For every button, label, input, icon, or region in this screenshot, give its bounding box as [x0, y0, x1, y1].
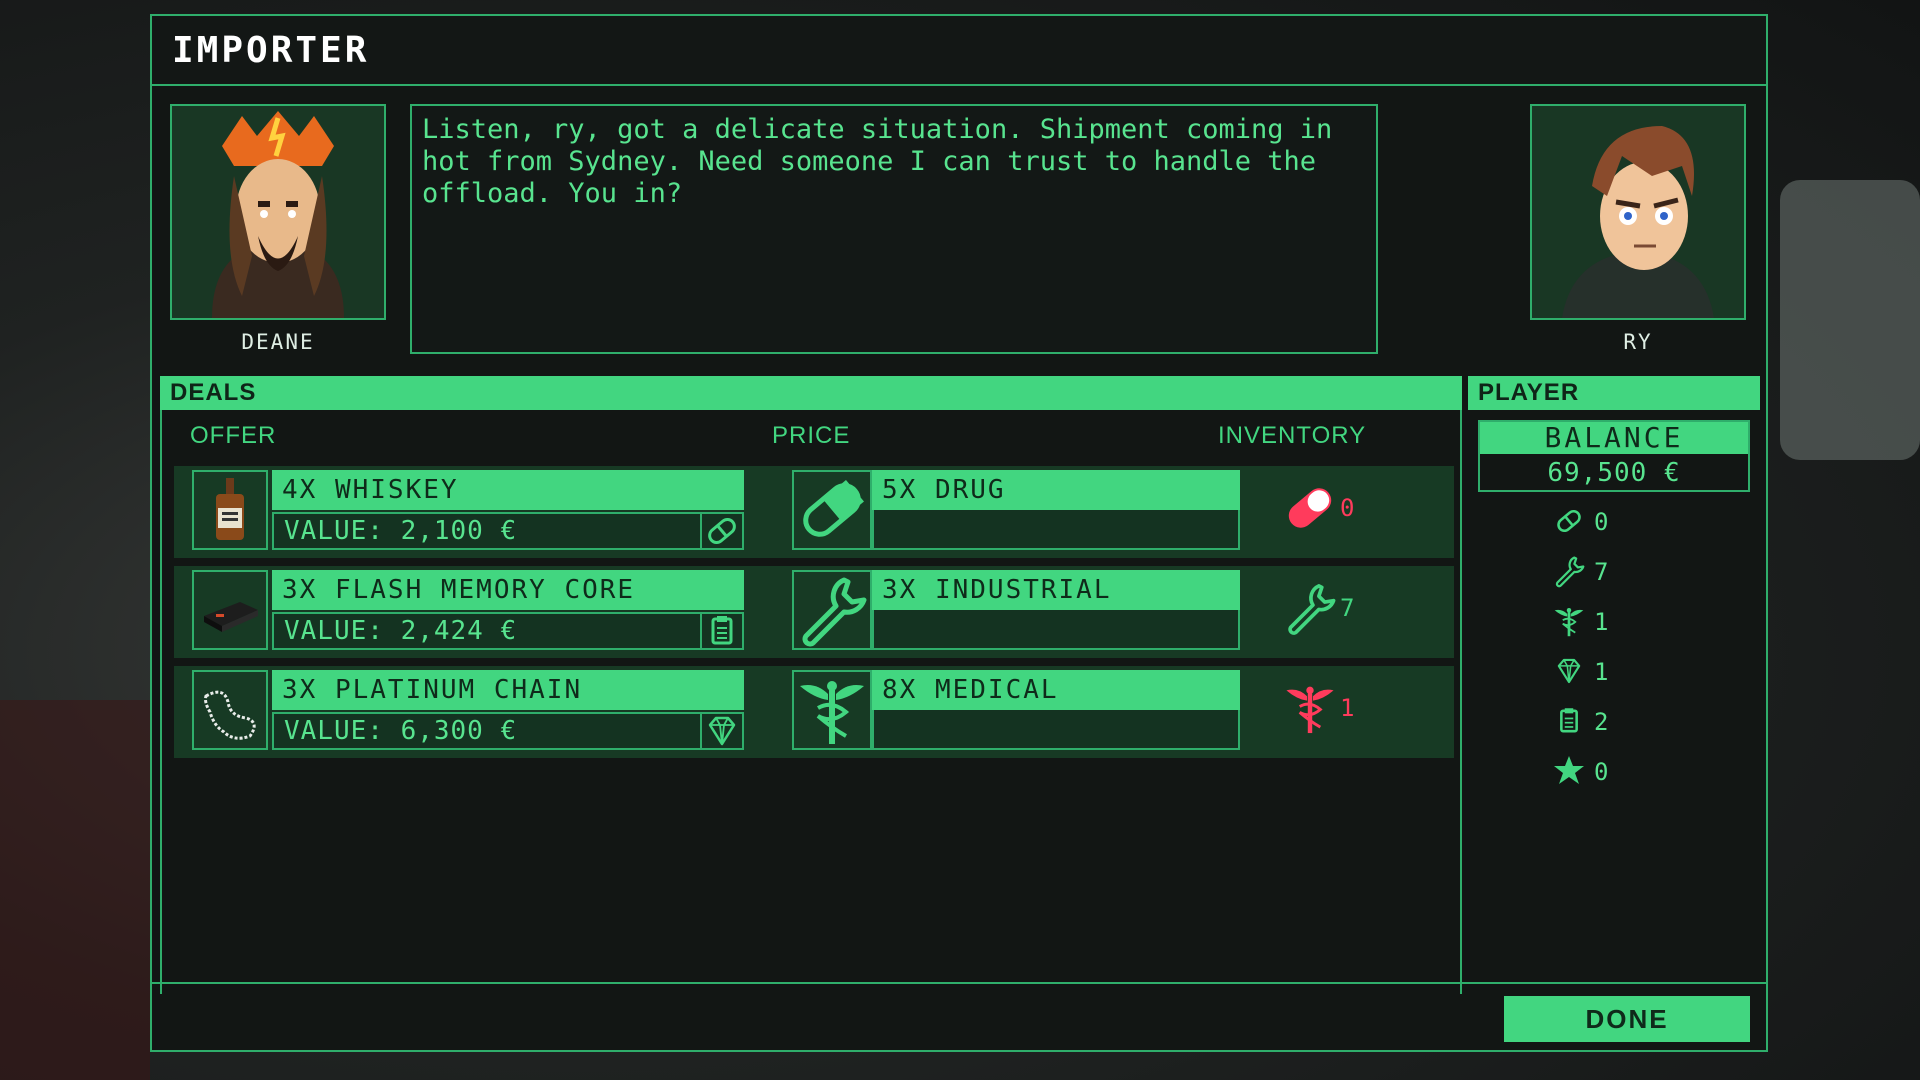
pill-icon	[792, 470, 872, 550]
deal-row[interactable]: 4X WHISKEY VALUE: 2,100 € 5X DRUG 0	[174, 466, 1454, 558]
speech-text: Listen, ry, got a delicate situation. Sh…	[410, 104, 1378, 354]
player-header: PLAYER	[1468, 376, 1760, 410]
pill-icon	[1557, 509, 1581, 533]
title-bar: IMPORTER	[152, 16, 1766, 86]
background-vehicle	[1780, 180, 1920, 460]
deal-row[interactable]: 3X PLATINUM CHAIN VALUE: 6,300 € 8X MEDI…	[174, 666, 1454, 758]
balance-label: BALANCE	[1480, 422, 1748, 454]
offer-title: 3X PLATINUM CHAIN	[272, 670, 744, 710]
diamond-icon	[700, 712, 744, 750]
memory-core-icon	[192, 570, 268, 650]
balance-value: 69,500 €	[1547, 458, 1681, 488]
npc-face-image	[172, 106, 384, 318]
offer-title: 3X FLASH MEMORY CORE	[272, 570, 744, 610]
stat-medical: 1	[1552, 600, 1672, 640]
clipboard-icon	[700, 612, 744, 650]
price-column-header: PRICE	[772, 422, 851, 449]
chain-icon	[192, 670, 268, 750]
wrench-icon	[1288, 584, 1336, 635]
inventory-count: 1	[1340, 694, 1355, 722]
price-detail	[872, 710, 1240, 750]
dialog-title: IMPORTER	[172, 30, 370, 71]
offer-title: 4X WHISKEY	[272, 470, 744, 510]
pill-icon	[700, 512, 744, 550]
diamond-icon	[1557, 658, 1581, 684]
footer-divider	[152, 982, 1766, 984]
done-button[interactable]: DONE	[1504, 996, 1750, 1042]
caduceus-icon	[1554, 608, 1584, 637]
price-detail	[872, 610, 1240, 650]
caduceus-icon	[1286, 686, 1334, 734]
price-title: 5X DRUG	[872, 470, 1240, 510]
stat-luxury: 1	[1552, 650, 1672, 690]
stat-reputation: 0	[1552, 750, 1672, 790]
price-title: 8X MEDICAL	[872, 670, 1240, 710]
caduceus-icon	[792, 670, 872, 750]
clipboard-icon	[1560, 708, 1578, 733]
offer-value: VALUE: 2,424 €	[272, 612, 700, 650]
inventory-column-header: INVENTORY	[1218, 422, 1367, 449]
offer-column-header: OFFER	[190, 422, 277, 449]
inventory-status: 1	[1282, 680, 1402, 740]
stat-count: 2	[1594, 708, 1609, 736]
offer-value: VALUE: 6,300 €	[272, 712, 700, 750]
deals-header: DEALS	[160, 376, 1462, 410]
stat-industrial: 7	[1552, 550, 1672, 590]
whiskey-bottle-icon	[192, 470, 268, 550]
price-title: 3X INDUSTRIAL	[872, 570, 1240, 610]
inventory-count: 0	[1340, 494, 1355, 522]
stat-count: 1	[1594, 658, 1609, 686]
wrench-icon	[792, 570, 872, 650]
npc-name: DEANE	[241, 330, 315, 354]
player-portrait	[1530, 104, 1746, 320]
inventory-count: 7	[1340, 594, 1355, 622]
inventory-status: 0	[1282, 480, 1402, 540]
price-detail	[872, 510, 1240, 550]
stat-count: 7	[1594, 558, 1609, 586]
stat-count: 1	[1594, 608, 1609, 636]
player-face-image	[1532, 106, 1744, 318]
background-crate	[0, 700, 150, 1080]
npc-portrait	[170, 104, 386, 320]
stat-drug: 0	[1552, 500, 1672, 540]
stat-count: 0	[1594, 758, 1609, 786]
offer-value: VALUE: 2,100 €	[272, 512, 700, 550]
star-icon	[1554, 756, 1584, 784]
deal-row[interactable]: 3X FLASH MEMORY CORE VALUE: 2,424 € 3X I…	[174, 566, 1454, 658]
pill-icon	[1288, 488, 1332, 528]
stat-count: 0	[1594, 508, 1609, 536]
inventory-status: 7	[1282, 580, 1402, 640]
player-name: RY	[1623, 330, 1653, 354]
wrench-icon	[1555, 556, 1585, 588]
importer-dialog: IMPORTER DEANE Listen, ry, got a delicat…	[150, 14, 1768, 1052]
balance-box: BALANCE 69,500 €	[1478, 420, 1750, 492]
stat-tech: 2	[1552, 700, 1672, 740]
